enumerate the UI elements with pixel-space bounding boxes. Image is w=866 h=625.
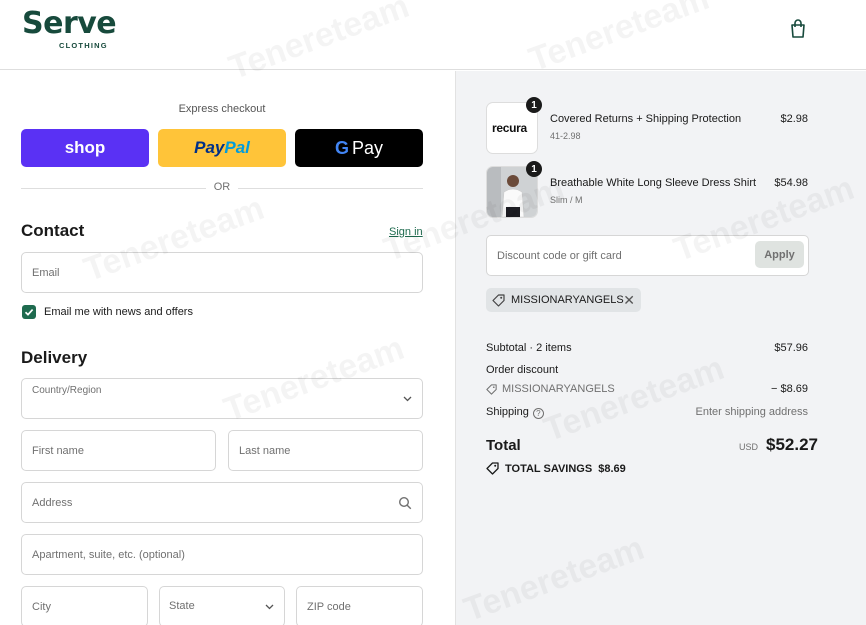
tag-icon bbox=[486, 462, 499, 475]
last-name-field[interactable]: Last name bbox=[228, 430, 423, 471]
quantity-badge: 1 bbox=[526, 161, 542, 177]
order-summary: recura 1 Covered Returns + Shipping Prot… bbox=[455, 71, 866, 625]
check-icon bbox=[24, 309, 34, 316]
city-field[interactable]: City bbox=[21, 586, 148, 625]
applied-code-label: MISSIONARYANGELS bbox=[511, 294, 624, 306]
logo-text: Serve bbox=[22, 6, 117, 41]
item-variant: 41-2.98 bbox=[550, 131, 581, 141]
divider-line bbox=[238, 188, 423, 189]
google-g-icon: G bbox=[334, 137, 349, 158]
chevron-down-icon bbox=[403, 396, 412, 402]
state-label: State bbox=[169, 600, 195, 612]
order-discount-label: Order discount bbox=[486, 364, 559, 376]
savings-label: TOTAL SAVINGS bbox=[505, 462, 593, 475]
zip-placeholder: ZIP code bbox=[307, 601, 351, 613]
item-variant: Slim / M bbox=[550, 195, 583, 205]
country-select[interactable]: Country/Region bbox=[21, 378, 423, 419]
remove-discount-icon[interactable]: ✕ bbox=[623, 292, 635, 309]
google-pay-button[interactable]: G Pay bbox=[295, 129, 423, 167]
total-value: $52.27 bbox=[766, 435, 818, 454]
shipping-label: Shipping bbox=[486, 406, 529, 418]
shipping-row: Shipping? bbox=[486, 406, 544, 419]
shop-pay-label: shop bbox=[64, 138, 106, 157]
item-price: $54.98 bbox=[774, 177, 808, 189]
discount-value: − $8.69 bbox=[770, 383, 808, 395]
currency-code: USD bbox=[739, 442, 759, 452]
item-name: Breathable White Long Sleeve Dress Shirt bbox=[550, 177, 757, 189]
applied-discount-chip: MISSIONARYANGELS ✕ bbox=[486, 288, 641, 312]
last-name-placeholder: Last name bbox=[239, 445, 291, 457]
paypal-label-pay: Pay bbox=[194, 138, 225, 157]
help-icon[interactable]: ? bbox=[532, 408, 544, 419]
contact-heading: Contact bbox=[21, 221, 85, 240]
shop-pay-button[interactable]: shop bbox=[21, 129, 149, 167]
total-savings: TOTAL SAVINGS $8.69 bbox=[486, 462, 626, 475]
savings-value: $8.69 bbox=[598, 462, 626, 475]
or-label: OR bbox=[213, 181, 231, 193]
quantity-badge: 1 bbox=[526, 97, 542, 113]
tag-icon bbox=[492, 293, 505, 307]
google-pay-label: Pay bbox=[351, 137, 384, 158]
apartment-placeholder: Apartment, suite, etc. (optional) bbox=[32, 549, 185, 561]
email-field[interactable]: Email bbox=[21, 252, 423, 293]
country-label: Country/Region bbox=[32, 385, 102, 396]
subtotal-value: $57.96 bbox=[774, 342, 808, 354]
apartment-field[interactable]: Apartment, suite, etc. (optional) bbox=[21, 534, 423, 575]
address-placeholder: Address bbox=[32, 497, 73, 509]
state-select[interactable]: State bbox=[159, 586, 285, 625]
newsletter-label: Email me with news and offers bbox=[44, 306, 193, 318]
paypal-label-pal: Pal bbox=[224, 138, 250, 157]
discount-placeholder: Discount code or gift card bbox=[497, 250, 622, 262]
search-icon bbox=[398, 496, 412, 510]
delivery-heading: Delivery bbox=[21, 348, 88, 367]
zip-field[interactable]: ZIP code bbox=[296, 586, 423, 625]
chevron-down-icon bbox=[265, 604, 274, 610]
brand-logo[interactable]: Serve CLOTHING bbox=[22, 6, 122, 56]
express-checkout-title: Express checkout bbox=[178, 103, 266, 115]
subtotal-label: Subtotal · 2 items bbox=[486, 342, 572, 354]
item-name: Covered Returns + Shipping Protection bbox=[550, 113, 742, 125]
shipping-value: Enter shipping address bbox=[695, 406, 808, 418]
first-name-field[interactable]: First name bbox=[21, 430, 216, 471]
newsletter-checkbox[interactable] bbox=[22, 305, 36, 319]
logo-subtitle: CLOTHING bbox=[59, 41, 108, 50]
or-divider: OR bbox=[21, 181, 423, 195]
item-price: $2.98 bbox=[780, 113, 808, 125]
apply-discount-button[interactable]: Apply bbox=[755, 241, 804, 268]
address-field[interactable]: Address bbox=[21, 482, 423, 523]
city-placeholder: City bbox=[32, 601, 51, 613]
recura-logo: recura bbox=[492, 121, 527, 135]
shopping-bag-icon[interactable] bbox=[789, 19, 807, 39]
email-placeholder: Email bbox=[32, 267, 60, 279]
first-name-placeholder: First name bbox=[32, 445, 84, 457]
paypal-button[interactable]: Pay Pal bbox=[158, 129, 286, 167]
header: Serve CLOTHING bbox=[0, 0, 866, 70]
total-label: Total bbox=[486, 437, 521, 454]
sign-in-link[interactable]: Sign in bbox=[389, 226, 423, 238]
checkout-form: Express checkout shop Pay Pal G Pay OR Co… bbox=[0, 71, 455, 625]
tag-icon bbox=[486, 383, 497, 395]
discount-code-text: MISSIONARYANGELS bbox=[502, 383, 615, 395]
discount-code-row: MISSIONARYANGELS bbox=[486, 383, 615, 395]
